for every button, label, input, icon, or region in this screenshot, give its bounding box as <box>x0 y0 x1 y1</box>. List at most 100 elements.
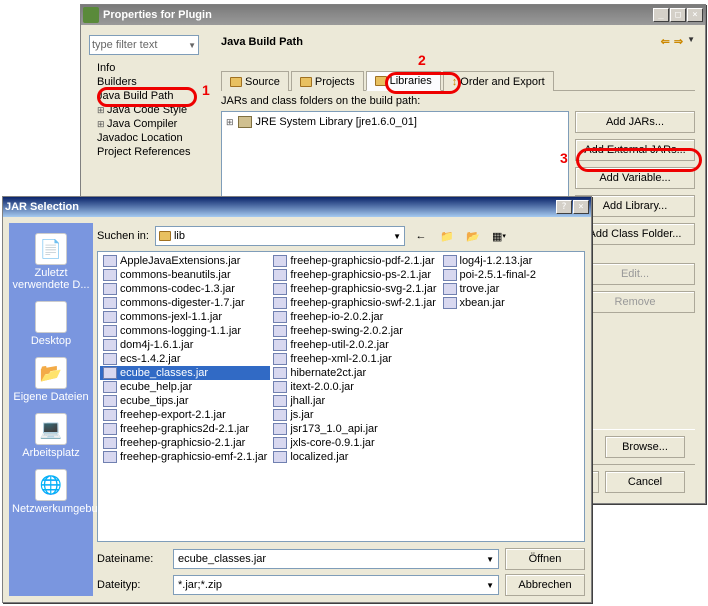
file-item[interactable]: commons-codec-1.3.jar <box>100 282 270 296</box>
file-item[interactable]: jsr173_1.0_api.jar <box>270 422 439 436</box>
jar-icon <box>443 255 457 267</box>
place-network[interactable]: 🌐Netzwerkumgebung <box>12 465 90 519</box>
file-item[interactable]: itext-2.0.0.jar <box>270 380 439 394</box>
filename-label: Dateiname: <box>97 553 167 565</box>
titlebar[interactable]: JAR Selection ? × <box>3 197 591 217</box>
file-item[interactable]: ecube_tips.jar <box>100 394 270 408</box>
help-button[interactable]: ? <box>556 200 572 214</box>
file-item[interactable]: dom4j-1.6.1.jar <box>100 338 270 352</box>
file-item[interactable]: ecs-1.4.2.jar <box>100 352 270 366</box>
close-button[interactable]: × <box>687 8 703 22</box>
close-button[interactable]: × <box>573 200 589 214</box>
file-item[interactable]: jhall.jar <box>270 394 439 408</box>
expand-icon[interactable]: ⊞ <box>226 117 234 128</box>
file-list[interactable]: AppleJavaExtensions.jarcommons-beanutils… <box>97 251 585 542</box>
forward-icon[interactable]: ⇒ <box>674 35 683 48</box>
recent-icon: 📄 <box>35 233 67 265</box>
tab-source[interactable]: Source <box>221 71 289 91</box>
maximize-button[interactable]: □ <box>670 8 686 22</box>
tree-item[interactable]: Java Compiler <box>97 117 207 131</box>
file-item[interactable]: commons-beanutils.jar <box>100 268 270 282</box>
tab-libraries[interactable]: Libraries <box>366 71 441 91</box>
place-mydocs[interactable]: 📂Eigene Dateien <box>12 353 90 407</box>
browse-button[interactable]: Browse... <box>605 436 685 458</box>
chevron-down-icon[interactable]: ▼ <box>687 35 695 48</box>
add-variable-button[interactable]: Add Variable... <box>575 167 695 189</box>
list-item[interactable]: JRE System Library [jre1.6.0_01] <box>256 116 417 128</box>
file-item[interactable]: ecube_classes.jar <box>100 366 270 380</box>
add-jars-button[interactable]: Add JARs... <box>575 111 695 133</box>
filename-input[interactable]: ecube_classes.jar▼ <box>173 549 499 569</box>
place-recent[interactable]: 📄Zuletzt verwendete D... <box>12 229 90 295</box>
file-item[interactable]: freehep-graphicsio-emf-2.1.jar <box>100 450 270 464</box>
chevron-down-icon[interactable]: ▼ <box>188 41 196 50</box>
new-folder-icon[interactable]: 📂 <box>463 226 483 246</box>
jar-icon <box>103 339 117 351</box>
edit-button[interactable]: Edit... <box>575 263 695 285</box>
place-computer[interactable]: 💻Arbeitsplatz <box>12 409 90 463</box>
jar-icon <box>103 409 117 421</box>
file-item[interactable]: js.jar <box>270 408 439 422</box>
jar-icon <box>273 325 287 337</box>
file-item[interactable]: freehep-graphics2d-2.1.jar <box>100 422 270 436</box>
file-item[interactable]: poi-2.5.1-final-2 <box>440 268 583 282</box>
tree-item[interactable]: Javadoc Location <box>97 131 207 145</box>
titlebar[interactable]: Properties for Plugin _ □ × <box>81 5 705 25</box>
back-icon[interactable]: ← <box>411 226 431 246</box>
file-item[interactable]: freehep-graphicsio-ps-2.1.jar <box>270 268 439 282</box>
add-class-folder-button[interactable]: Add Class Folder... <box>575 223 695 245</box>
jar-icon <box>273 423 287 435</box>
back-icon[interactable]: ⇐ <box>661 35 670 48</box>
cancel-button[interactable]: Abbrechen <box>505 574 585 596</box>
file-item[interactable]: localized.jar <box>270 450 439 464</box>
file-item[interactable]: commons-logging-1.1.jar <box>100 324 270 338</box>
file-item[interactable]: AppleJavaExtensions.jar <box>100 254 270 268</box>
tree-item[interactable]: Builders <box>97 75 207 89</box>
file-item[interactable]: freehep-graphicsio-svg-2.1.jar <box>270 282 439 296</box>
jar-icon <box>273 367 287 379</box>
file-item[interactable]: freehep-io-2.0.2.jar <box>270 310 439 324</box>
filetype-combo[interactable]: *.jar;*.zip▼ <box>173 575 499 595</box>
up-icon[interactable]: 📁 <box>437 226 457 246</box>
open-button[interactable]: Öffnen <box>505 548 585 570</box>
tree-item[interactable]: Java Code Style <box>97 103 207 117</box>
file-item[interactable]: freehep-graphicsio-pdf-2.1.jar <box>270 254 439 268</box>
file-item[interactable]: freehep-xml-2.0.1.jar <box>270 352 439 366</box>
desktop-icon: 🖥 <box>35 301 67 333</box>
place-desktop[interactable]: 🖥Desktop <box>12 297 90 351</box>
file-item[interactable]: log4j-1.2.13.jar <box>440 254 583 268</box>
file-item[interactable]: freehep-swing-2.0.2.jar <box>270 324 439 338</box>
file-item[interactable]: freehep-graphicsio-swf-2.1.jar <box>270 296 439 310</box>
annotation-1: 1 <box>202 82 210 98</box>
file-item[interactable]: commons-digester-1.7.jar <box>100 296 270 310</box>
file-item[interactable]: jxls-core-0.9.1.jar <box>270 436 439 450</box>
cancel-button[interactable]: Cancel <box>605 471 685 493</box>
add-library-button[interactable]: Add Library... <box>575 195 695 217</box>
look-in-combo[interactable]: lib ▼ <box>155 226 405 246</box>
tab-order-export[interactable]: ↕Order and Export <box>443 71 554 91</box>
tab-projects[interactable]: Projects <box>291 71 364 91</box>
file-item[interactable]: trove.jar <box>440 282 583 296</box>
tree-item[interactable]: Project References <box>97 145 207 159</box>
jar-icon <box>443 269 457 281</box>
filter-input[interactable]: type filter text ▼ <box>89 35 199 55</box>
chevron-down-icon[interactable]: ▼ <box>486 555 494 564</box>
folder-icon <box>375 76 387 86</box>
chevron-down-icon[interactable]: ▼ <box>486 581 494 590</box>
view-menu-icon[interactable]: ▦▾ <box>489 226 509 246</box>
look-in-label: Suchen in: <box>97 230 149 242</box>
file-item[interactable]: commons-jexl-1.1.jar <box>100 310 270 324</box>
file-item[interactable]: xbean.jar <box>440 296 583 310</box>
add-external-jars-button[interactable]: Add External JARs... <box>575 139 695 161</box>
file-item[interactable]: freehep-util-2.0.2.jar <box>270 338 439 352</box>
chevron-down-icon[interactable]: ▼ <box>393 232 401 241</box>
file-item[interactable]: hibernate2ct.jar <box>270 366 439 380</box>
file-item[interactable]: ecube_help.jar <box>100 380 270 394</box>
file-item[interactable]: freehep-graphicsio-2.1.jar <box>100 436 270 450</box>
tree-item-java-build-path[interactable]: Java Build Path <box>97 89 207 103</box>
remove-button[interactable]: Remove <box>575 291 695 313</box>
tree-item[interactable]: Info <box>97 61 207 75</box>
minimize-button[interactable]: _ <box>653 8 669 22</box>
file-item[interactable]: freehep-export-2.1.jar <box>100 408 270 422</box>
jar-icon <box>103 255 117 267</box>
